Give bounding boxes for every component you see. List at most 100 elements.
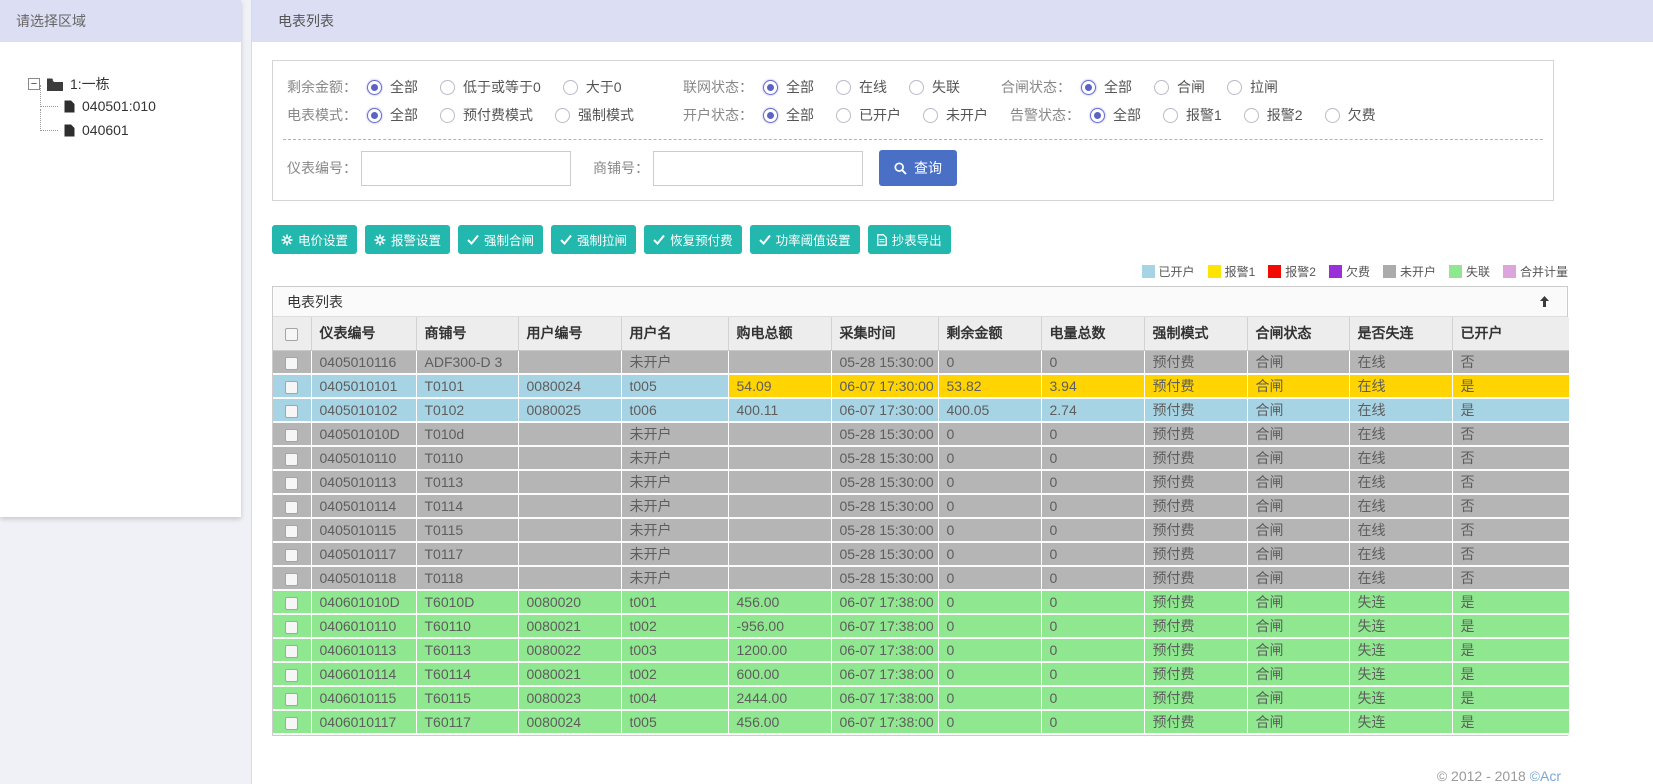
- row-checkbox[interactable]: [285, 692, 299, 706]
- table-cell: 合闸: [1247, 494, 1350, 519]
- table-cell: 失连: [1349, 638, 1453, 663]
- radio-option-switch-status[interactable]: 合闸: [1154, 77, 1205, 97]
- table-row[interactable]: 0406010110 T60110 0080021 t002 -956.00 06-07 …: [273, 614, 1569, 639]
- radio-option-switch-status[interactable]: 全部: [1081, 77, 1132, 97]
- row-checkbox[interactable]: [285, 452, 299, 466]
- table-cell: 0: [938, 350, 1042, 375]
- row-checkbox[interactable]: [285, 572, 299, 586]
- radio-icon: [367, 79, 382, 95]
- radio-icon: [1324, 107, 1340, 123]
- table-row[interactable]: 040601010D T6010D 0080020 t001 456.00 06-07 1…: [273, 590, 1569, 615]
- row-checkbox[interactable]: [285, 548, 299, 562]
- column-header: 仪表编号: [311, 317, 417, 351]
- table-row[interactable]: 0405010117 T0117 未开户 05-28 15:30:00 0 0 预付费 合闸在…: [273, 542, 1569, 567]
- tree-node[interactable]: 040501:010: [34, 85, 241, 118]
- radio-option-meter-mode[interactable]: 强制模式: [555, 105, 634, 125]
- table-row[interactable]: 040501010D T010d 未开户 05-28 15:30:00 0 0 预付费 合闸在…: [273, 422, 1569, 447]
- table-cell: t001: [621, 590, 729, 615]
- table-row[interactable]: 0406010114 T60114 0080021 t002 600.00 06-07 1…: [273, 662, 1569, 687]
- radio-option-alarm-status[interactable]: 报警2: [1243, 105, 1303, 125]
- table-row[interactable]: 0406010117 T60117 0080024 t005 456.00 06-07 1…: [273, 710, 1569, 735]
- table-cell: 否: [1452, 446, 1569, 471]
- column-header: 采集时间: [831, 317, 939, 351]
- row-checkbox[interactable]: [285, 380, 299, 394]
- restore-prepaid-button[interactable]: 恢复预付费: [644, 225, 742, 254]
- row-checkbox[interactable]: [285, 476, 299, 490]
- radio-option-remaining-amount[interactable]: 低于或等于0: [440, 77, 541, 97]
- radio-option-network-status[interactable]: 全部: [763, 77, 814, 97]
- table-cell: 05-28 15:30:00: [831, 542, 939, 567]
- row-checkbox[interactable]: [285, 404, 299, 418]
- radio-option-meter-mode[interactable]: 预付费模式: [440, 105, 533, 125]
- table-row[interactable]: 0405010118 T0118 未开户 05-28 15:30:00 0 0 预付费 合闸在…: [273, 566, 1569, 591]
- table-row[interactable]: 0405010102 T0102 0080025 t006 400.11 06-07 17…: [273, 398, 1569, 423]
- radio-option-alarm-status[interactable]: 报警1: [1163, 105, 1222, 125]
- price-setting-button[interactable]: 电价设置: [272, 225, 358, 254]
- table-cell: 0: [1041, 542, 1145, 567]
- table-cell: 0406010113: [311, 638, 417, 663]
- table-row[interactable]: 0405010113 T0113 未开户 05-28 15:30:00 0 0 预付费 合闸在…: [273, 470, 1569, 495]
- table-cell: 0405010101: [311, 374, 417, 399]
- radio-label: 预付费模式: [463, 107, 533, 123]
- table-row[interactable]: 0406010113 T60113 0080022 t003 1200.00 06-07 …: [273, 638, 1569, 663]
- table-row[interactable]: 0406010115 T60115 0080023 t004 2444.00 06-07 …: [273, 686, 1569, 711]
- row-checkbox[interactable]: [285, 668, 299, 682]
- table-row[interactable]: 0405010116 ADF300-D 3 未开户 05-28 15:30:00 0 0 预…: [273, 350, 1569, 375]
- table-row[interactable]: 0405010101 T0101 0080024 t005 54.09 06-07 17:…: [273, 374, 1569, 399]
- table-cell: 0: [1041, 422, 1145, 447]
- force-trip-switch-button[interactable]: 强制拉闸: [551, 225, 637, 254]
- tree-node-root[interactable]: − 1:一栋: [28, 74, 241, 94]
- footer: © 2012 - 2018 ©Acr: [252, 763, 1653, 784]
- row-checkbox[interactable]: [285, 500, 299, 514]
- radio-option-account-status[interactable]: 未开户: [923, 105, 988, 125]
- row-checkbox[interactable]: [285, 356, 299, 370]
- row-checkbox[interactable]: [285, 716, 299, 730]
- row-checkbox[interactable]: [285, 524, 299, 538]
- table-row[interactable]: 0405010115 T0115 未开户 05-28 15:30:00 0 0 预付费 合闸在…: [273, 518, 1569, 543]
- table-cell: [518, 422, 622, 447]
- radio-option-switch-status[interactable]: 拉闸: [1227, 77, 1278, 97]
- query-button[interactable]: 查询: [879, 150, 957, 186]
- checkbox-cell: [273, 422, 312, 447]
- row-checkbox[interactable]: [285, 620, 299, 634]
- table-cell: [518, 446, 622, 471]
- table-cell: T0117: [416, 542, 519, 567]
- force-close-switch-button[interactable]: 强制合闸: [458, 225, 544, 254]
- radio-option-alarm-status[interactable]: 欠费: [1324, 105, 1376, 125]
- row-checkbox[interactable]: [285, 428, 299, 442]
- meter-no-input[interactable]: [361, 150, 571, 186]
- radio-option-account-status[interactable]: 已开户: [836, 105, 901, 125]
- table-cell: 06-07 17:30:00: [831, 398, 939, 423]
- radio-icon: [909, 79, 924, 95]
- radio-label: 低于或等于0: [463, 79, 541, 95]
- table-cell: 0406010115: [311, 686, 417, 711]
- table-cell: t002: [621, 614, 729, 639]
- table-cell: 05-28 15:30:00: [831, 350, 939, 375]
- panel-collapse-button[interactable]: [1536, 293, 1553, 310]
- radio-option-account-status[interactable]: 全部: [763, 105, 814, 125]
- table-cell: 否: [1452, 350, 1569, 375]
- alarm-setting-button[interactable]: 报警设置: [365, 225, 451, 254]
- table-panel-title: 电表列表: [287, 293, 343, 310]
- table-row[interactable]: 0405010114 T0114 未开户 05-28 15:30:00 0 0 预付费 合闸在…: [273, 494, 1569, 519]
- radio-option-network-status[interactable]: 在线: [836, 77, 887, 97]
- radio-option-remaining-amount[interactable]: 大于0: [562, 77, 622, 97]
- legend-item: 报警2: [1268, 263, 1316, 280]
- power-threshold-button[interactable]: 功率阈值设置: [749, 225, 860, 254]
- row-checkbox[interactable]: [285, 644, 299, 658]
- radio-option-network-status[interactable]: 失联: [909, 77, 960, 97]
- shop-no-input[interactable]: [653, 150, 863, 186]
- radio-option-remaining-amount[interactable]: 全部: [367, 77, 418, 97]
- table-cell: [728, 518, 832, 543]
- legend-item: 合并计量: [1502, 263, 1568, 280]
- table-row[interactable]: 0405010110 T0110 未开户 05-28 15:30:00 0 0 预付费 合闸在…: [273, 446, 1569, 471]
- tree-node[interactable]: 040601: [34, 109, 241, 142]
- filter-group-label: 联网状态：: [683, 79, 753, 95]
- table-cell: 0: [1041, 614, 1145, 639]
- radio-option-meter-mode[interactable]: 全部: [367, 105, 418, 125]
- select-all-checkbox[interactable]: [285, 328, 299, 342]
- meter-export-button[interactable]: 抄表导出: [867, 225, 951, 254]
- collapse-toggle-icon[interactable]: −: [28, 78, 40, 90]
- row-checkbox[interactable]: [285, 596, 299, 610]
- radio-option-alarm-status[interactable]: 全部: [1090, 105, 1141, 125]
